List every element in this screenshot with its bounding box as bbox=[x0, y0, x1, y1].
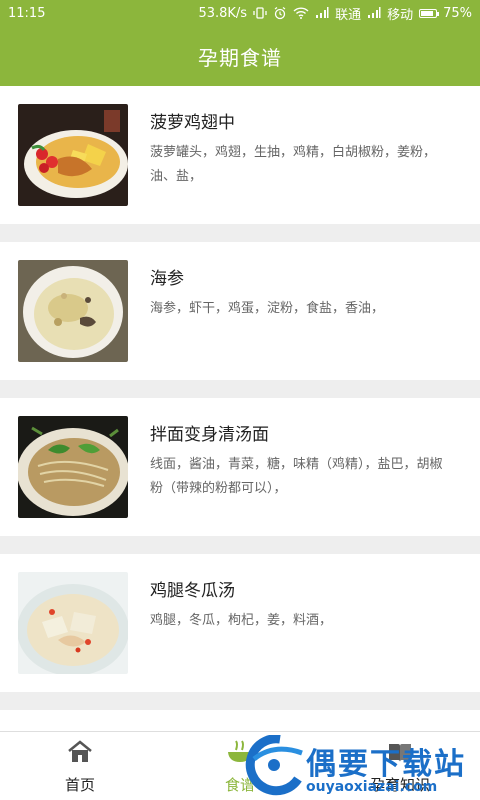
sea-cucumber-soup-photo bbox=[18, 260, 128, 362]
watermark-url: ouyaoxiazai.com bbox=[306, 779, 438, 795]
recipe-title: 拌面变身清汤面 bbox=[150, 425, 269, 445]
wifi-icon bbox=[293, 7, 309, 19]
recipe-title: 鸡腿冬瓜汤 bbox=[150, 581, 235, 601]
pineapple-chicken-wings-photo bbox=[18, 104, 128, 206]
tab-label: 首页 bbox=[64, 776, 95, 794]
alarm-icon bbox=[274, 7, 286, 20]
vibrate-icon bbox=[253, 7, 267, 19]
signal-icon bbox=[316, 7, 329, 18]
recipe-ingredients: 海参，虾干，鸡蛋，淀粉，食盐，香油， bbox=[150, 301, 385, 316]
status-time: 11:15 bbox=[8, 5, 46, 21]
recipe-ingredients: 线面，酱油，青菜，糖，味精（鸡精），盐巴，胡椒粉（带辣的粉都可以）， bbox=[150, 457, 443, 496]
clear-noodle-soup-photo bbox=[18, 416, 128, 518]
recipe-card[interactable]: 鸡腿冬瓜汤 鸡腿，冬瓜，枸杞，姜，料酒， bbox=[0, 554, 480, 692]
recipe-ingredients: 菠萝罐头，鸡翅，生抽，鸡精，白胡椒粉，姜粉，油、盐， bbox=[150, 145, 437, 184]
tab-home[interactable]: 首页 bbox=[0, 732, 160, 800]
status-indicators: 53.8K/s 联通 移动 75% bbox=[198, 4, 472, 23]
home-icon bbox=[68, 740, 92, 762]
recipe-card[interactable]: 海参 海参，虾干，鸡蛋，淀粉，食盐，香油， bbox=[0, 242, 480, 380]
network-speed: 53.8K/s bbox=[198, 5, 248, 21]
carrier-1: 联通 bbox=[335, 7, 362, 23]
carrier-2: 移动 bbox=[387, 7, 414, 23]
watermark-logo: 偶要下载站 ouyaoxiazai.com bbox=[240, 735, 480, 800]
recipe-title: 海参 bbox=[150, 269, 184, 289]
recipe-title: 菠萝鸡翅中 bbox=[150, 113, 235, 133]
battery-percent: 75% bbox=[443, 5, 472, 21]
signal-icon bbox=[368, 7, 381, 18]
app-header: 11:15 53.8K/s 联通 移动 75% 孕期食谱 bbox=[0, 0, 480, 86]
watermark-emblem-icon bbox=[245, 735, 303, 796]
battery-level bbox=[421, 10, 434, 16]
recipe-ingredients: 鸡腿，冬瓜，枸杞，姜，料酒， bbox=[150, 613, 333, 628]
recipe-card[interactable]: 菠萝鸡翅中 菠萝罐头，鸡翅，生抽，鸡精，白胡椒粉，姜粉，油、盐， bbox=[0, 86, 480, 224]
battery-icon bbox=[419, 8, 440, 18]
page-title: 孕期食谱 bbox=[198, 46, 282, 70]
chicken-winter-melon-soup-photo bbox=[18, 572, 128, 674]
status-bar: 11:15 53.8K/s 联通 移动 75% bbox=[0, 0, 480, 26]
watermark-text: 偶要下载站 bbox=[306, 747, 466, 782]
recipe-card[interactable]: 拌面变身清汤面 线面，酱油，青菜，糖，味精（鸡精），盐巴，胡椒粉（带辣的粉都可以… bbox=[0, 398, 480, 536]
